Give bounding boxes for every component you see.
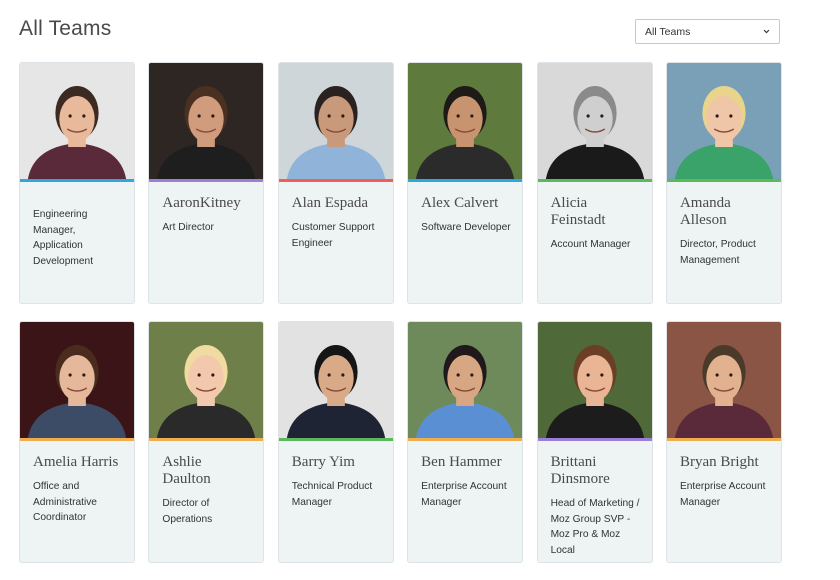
- member-role: Software Developer: [421, 222, 511, 233]
- member-role: Office and Administrative Coordinator: [33, 481, 97, 523]
- member-info: Bryan Bright Enterprise Account Manager: [667, 441, 781, 510]
- member-photo: [666, 322, 781, 438]
- member-photo: [20, 322, 134, 438]
- member-info: Alan Espada Customer Support Engineer: [279, 182, 393, 251]
- member-info: Barry Yim Technical Product Manager: [279, 441, 393, 510]
- team-member-card[interactable]: Alan Espada Customer Support Engineer: [277, 62, 394, 304]
- team-member-card[interactable]: Barry Yim Technical Product Manager: [277, 321, 394, 563]
- member-name: Ashlie Daulton: [162, 454, 211, 487]
- member-name: Brittani Dinsmore: [550, 454, 610, 487]
- team-member-card[interactable]: Brittani Dinsmore Head of Marketing / Moz…: [536, 321, 653, 563]
- member-name: Amanda Alleson: [679, 195, 731, 228]
- member-info: Amanda Alleson Director, Product Manageme…: [667, 182, 781, 268]
- member-role: Enterprise Account Manager: [421, 481, 507, 508]
- member-photo: [408, 63, 523, 179]
- member-name: Alan Espada: [291, 195, 369, 211]
- member-role: Customer Support Engineer: [291, 222, 375, 249]
- member-name: Barry Yim: [291, 454, 355, 470]
- member-name: AaronKitney: [162, 195, 241, 211]
- team-member-card[interactable]: Alex Calvert Software Developer: [407, 62, 524, 304]
- member-role: Art Director: [162, 222, 214, 233]
- member-role: Enterprise Account Manager: [679, 481, 766, 508]
- team-member-card[interactable]: Ben Hammer Enterprise Account Manager: [407, 321, 524, 563]
- chevron-down-icon: [763, 29, 770, 34]
- member-name: Alicia Feinstadt: [550, 195, 606, 228]
- member-info: Ashlie Daulton Director of Operations: [149, 441, 263, 527]
- member-photo: [149, 322, 264, 438]
- member-name: Amelia Harris: [33, 454, 119, 470]
- team-member-card[interactable]: AaronKitney Art Director: [148, 62, 265, 304]
- team-member-card[interactable]: Engineering Manager, Application Develop…: [19, 62, 135, 304]
- member-name: Ben Hammer: [421, 454, 502, 470]
- team-filter-select[interactable]: All Teams: [635, 19, 780, 44]
- team-member-card[interactable]: Amelia Harris Office and Administrative C…: [19, 321, 135, 563]
- member-photo: [149, 63, 264, 179]
- team-member-card[interactable]: Amanda Alleson Director, Product Manageme…: [665, 62, 782, 304]
- member-info: Alicia Feinstadt Account Manager: [538, 182, 652, 253]
- member-role: Account Manager: [550, 239, 631, 250]
- team-grid: Engineering Manager, Application Develop…: [19, 62, 782, 563]
- member-info: Amelia Harris Office and Administrative C…: [20, 441, 134, 526]
- team-member-card[interactable]: Alicia Feinstadt Account Manager: [536, 62, 653, 304]
- member-role: Head of Marketing / Moz Group SVP - Moz …: [550, 498, 640, 556]
- member-info: AaronKitney Art Director: [149, 182, 263, 236]
- member-photo: [537, 63, 652, 179]
- member-photo: [20, 63, 134, 179]
- member-info: Engineering Manager, Application Develop…: [20, 182, 134, 269]
- member-role: Director of Operations: [162, 498, 213, 525]
- team-filter-value: All Teams: [645, 25, 691, 38]
- member-name: Bryan Bright: [679, 454, 759, 470]
- member-photo: [537, 322, 652, 438]
- member-role: Engineering Manager, Application Develop…: [33, 209, 94, 267]
- page-title: All Teams: [19, 17, 112, 40]
- team-member-card[interactable]: Ashlie Daulton Director of Operations: [148, 321, 265, 563]
- member-info: Brittani Dinsmore Head of Marketing / Moz…: [538, 441, 652, 558]
- team-member-card[interactable]: Bryan Bright Enterprise Account Manager: [665, 321, 782, 563]
- member-name: Alex Calvert: [421, 195, 499, 211]
- member-info: Alex Calvert Software Developer: [408, 182, 522, 236]
- member-photo: [666, 63, 781, 179]
- member-photo: [278, 322, 393, 438]
- member-photo: [408, 322, 523, 438]
- member-role: Director, Product Management: [679, 239, 756, 266]
- member-role: Technical Product Manager: [291, 481, 373, 508]
- member-photo: [278, 63, 393, 179]
- member-info: Ben Hammer Enterprise Account Manager: [408, 441, 522, 510]
